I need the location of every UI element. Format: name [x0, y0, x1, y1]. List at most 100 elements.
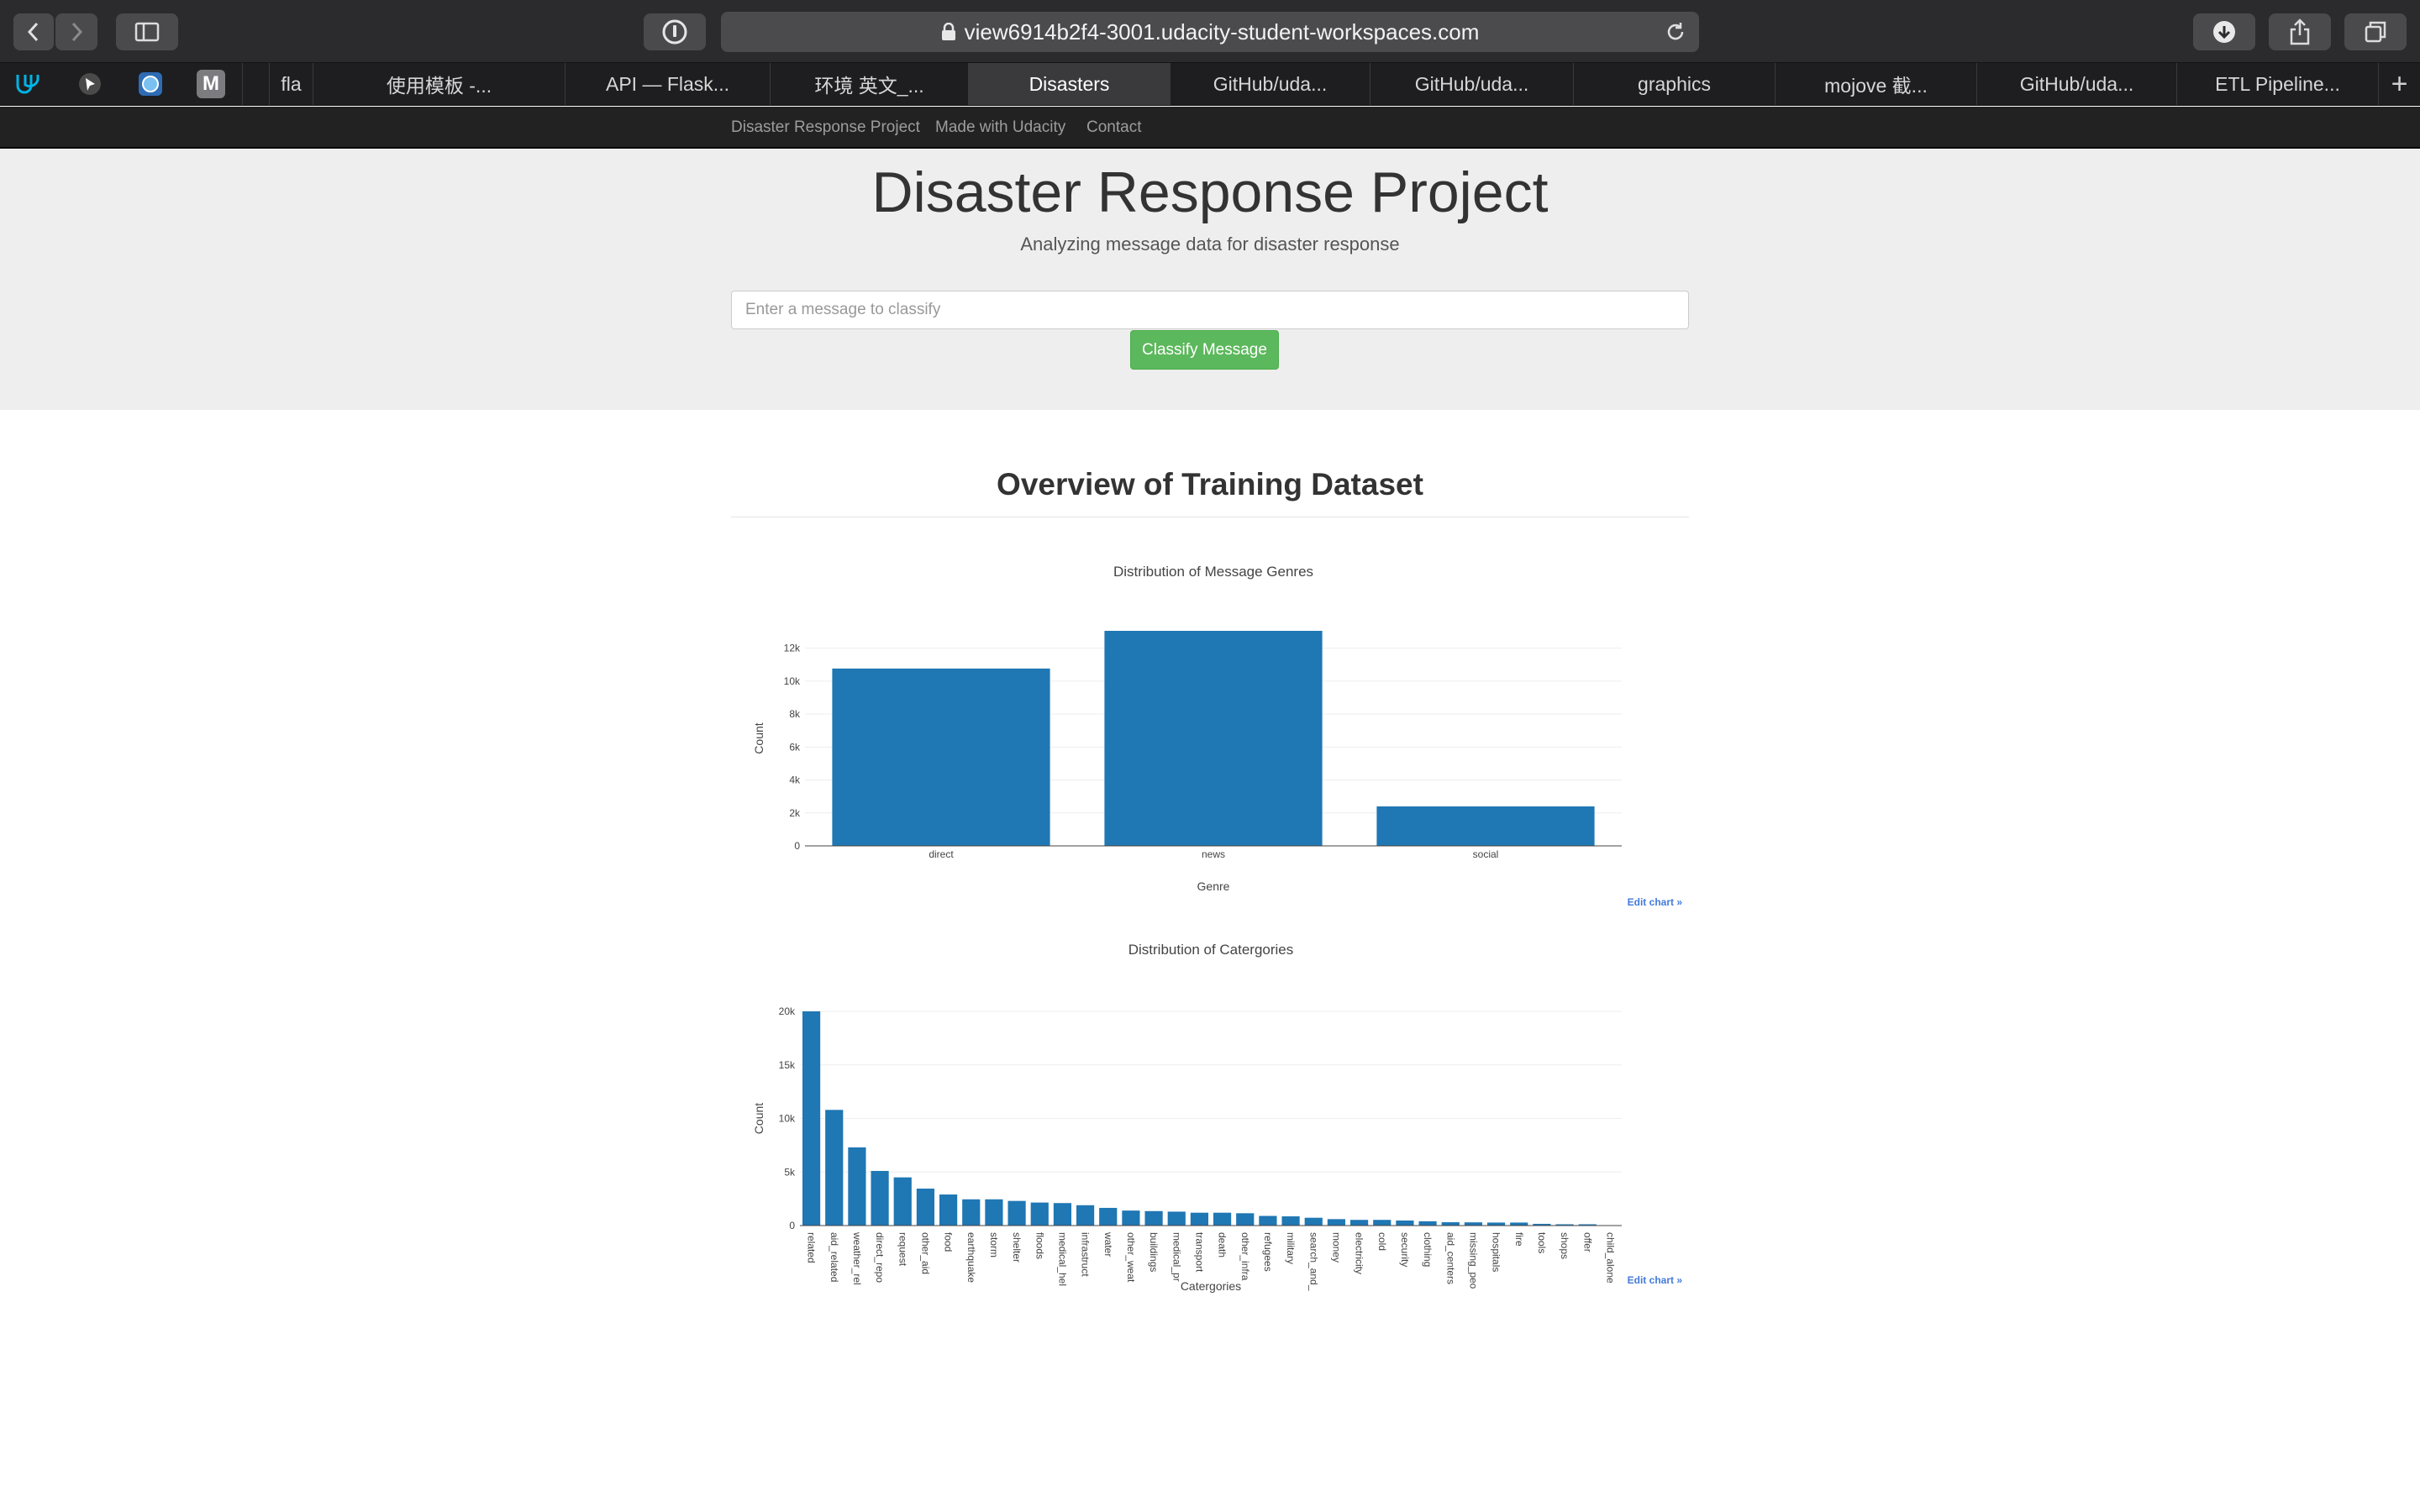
- cursor-app-icon: [79, 73, 101, 95]
- bar-missing_peo[interactable]: [1464, 1222, 1483, 1226]
- x-tick-label: transport: [1193, 1232, 1205, 1273]
- y-tick-label: 15k: [779, 1059, 796, 1071]
- x-tick-label: medical_hel: [1056, 1232, 1068, 1286]
- bar-aid_centers[interactable]: [1441, 1222, 1460, 1226]
- edit-chart-link[interactable]: Edit chart »: [1628, 896, 1682, 908]
- bar-direct[interactable]: [832, 668, 1050, 846]
- bar-storm[interactable]: [985, 1199, 1003, 1226]
- bar-money[interactable]: [1327, 1219, 1346, 1226]
- bar-food[interactable]: [939, 1194, 958, 1226]
- bar-security[interactable]: [1396, 1221, 1414, 1226]
- downloads-button[interactable]: [2193, 13, 2255, 50]
- tab-6[interactable]: GitHub/uda...: [1170, 63, 1370, 105]
- nav-link-made-with-udacity[interactable]: Made with Udacity: [935, 118, 1065, 137]
- x-tick-label: missing_peo: [1467, 1232, 1479, 1289]
- tab-overview-button[interactable]: [2344, 13, 2407, 50]
- bar-floods[interactable]: [1030, 1202, 1049, 1226]
- bar-clothing[interactable]: [1418, 1221, 1437, 1226]
- tab-1[interactable]: fla: [269, 63, 313, 105]
- x-tick-label: weather_rel: [851, 1231, 863, 1285]
- bar-search_and_[interactable]: [1304, 1217, 1323, 1226]
- bar-water[interactable]: [1099, 1207, 1118, 1226]
- bar-buildings[interactable]: [1144, 1210, 1163, 1226]
- browser-titlebar: view6914b2f4-3001.udacity-student-worksp…: [0, 0, 2420, 62]
- share-button[interactable]: [2269, 13, 2331, 50]
- bar-infrastructu[interactable]: [1076, 1205, 1095, 1226]
- x-tick-label: water: [1102, 1231, 1114, 1257]
- bar-direct_repo[interactable]: [871, 1170, 889, 1226]
- tab-bar: M fla 使用模板 -... API — Flask... 环境 英文_...…: [0, 62, 2420, 106]
- x-tick-label: news: [1202, 848, 1225, 860]
- password-button[interactable]: [644, 13, 706, 50]
- y-tick-label: 0: [789, 1220, 795, 1231]
- bar-related[interactable]: [802, 1011, 821, 1226]
- x-tick-label: other_weat: [1125, 1232, 1137, 1283]
- sidebar-icon: [134, 22, 160, 42]
- y-tick-label: 2k: [789, 807, 801, 819]
- bar-aid_related[interactable]: [825, 1110, 844, 1226]
- classify-message-button[interactable]: Classify Message: [1130, 330, 1279, 370]
- bar-other_aid[interactable]: [916, 1189, 935, 1226]
- new-tab-button[interactable]: +: [2378, 63, 2420, 105]
- bar-medical_pr[interactable]: [1167, 1211, 1186, 1226]
- bar-social[interactable]: [1376, 806, 1595, 846]
- bar-hospitals[interactable]: [1486, 1222, 1506, 1226]
- tab-11[interactable]: ETL Pipeline...: [2176, 63, 2378, 105]
- tab-4[interactable]: 环境 英文_...: [770, 63, 968, 105]
- x-tick-label: fire: [1513, 1232, 1525, 1247]
- bar-fire[interactable]: [1510, 1222, 1528, 1226]
- m-favicon[interactable]: M: [197, 70, 225, 98]
- tab-7[interactable]: GitHub/uda...: [1370, 63, 1573, 105]
- edit-chart-link[interactable]: Edit chart »: [1628, 1274, 1682, 1286]
- bar-request[interactable]: [893, 1177, 912, 1226]
- navbar-brand[interactable]: Disaster Response Project: [731, 118, 920, 137]
- y-tick-label: 6k: [789, 741, 801, 753]
- bar-transport[interactable]: [1190, 1212, 1209, 1226]
- forward-button[interactable]: [55, 13, 97, 50]
- udacity-favicon[interactable]: [13, 70, 42, 98]
- x-tick-label: direct: [929, 848, 954, 860]
- tab-10[interactable]: GitHub/uda...: [1976, 63, 2176, 105]
- bar-electricity[interactable]: [1349, 1220, 1369, 1226]
- bar-other_infra[interactable]: [1236, 1213, 1255, 1226]
- x-tick-label: storm: [988, 1232, 1000, 1257]
- bar-earthquake[interactable]: [962, 1199, 981, 1226]
- bar-death[interactable]: [1213, 1212, 1232, 1226]
- back-button[interactable]: [13, 13, 54, 50]
- cursor-favicon[interactable]: [76, 70, 104, 98]
- y-axis-title: Count: [752, 1103, 765, 1134]
- x-tick-label: floods: [1034, 1232, 1045, 1259]
- y-tick-label: 10k: [784, 675, 801, 687]
- sidebar-toggle-button[interactable]: [116, 13, 178, 50]
- bar-military[interactable]: [1281, 1216, 1300, 1226]
- categories-chart-svg: Distribution of Catergories 0 5k 10k 15k 20k r…: [752, 942, 1622, 1293]
- lock-icon: [941, 23, 955, 40]
- url-text: view6914b2f4-3001.udacity-student-worksp…: [964, 18, 1480, 45]
- tab-8[interactable]: graphics: [1573, 63, 1775, 105]
- message-input[interactable]: [731, 291, 1689, 329]
- bar-refugees[interactable]: [1259, 1215, 1277, 1226]
- tab-5-active[interactable]: Disasters: [968, 63, 1170, 105]
- x-tick-label: buildings: [1148, 1232, 1160, 1272]
- tab-3[interactable]: API — Flask...: [565, 63, 770, 105]
- bar-other_weat[interactable]: [1122, 1210, 1140, 1226]
- bar-medical_hel[interactable]: [1053, 1203, 1072, 1226]
- x-tick-label: shops: [1559, 1232, 1570, 1259]
- bar-shelter[interactable]: [1007, 1200, 1026, 1226]
- nav-link-contact[interactable]: Contact: [1086, 118, 1141, 137]
- bar-news[interactable]: [1104, 631, 1323, 846]
- tab-2[interactable]: 使用模板 -...: [313, 63, 565, 105]
- x-tick-label: refugees: [1262, 1232, 1274, 1272]
- x-tick-label: aid_related: [829, 1232, 840, 1282]
- x-tick-label: earthquake: [965, 1232, 977, 1283]
- page-subtitle: Analyzing message data for disaster resp…: [1020, 234, 1400, 255]
- tabs-overview-icon: [2365, 21, 2386, 43]
- tab-9[interactable]: mojove 截...: [1775, 63, 1976, 105]
- bar-weather_rel[interactable]: [848, 1147, 866, 1226]
- x-tick-label: direct_repo: [874, 1232, 886, 1283]
- bar-cold[interactable]: [1373, 1220, 1392, 1226]
- chevron-left-icon: [27, 22, 39, 42]
- globe-favicon[interactable]: [136, 70, 165, 98]
- address-bar[interactable]: view6914b2f4-3001.udacity-student-worksp…: [721, 12, 1699, 52]
- reload-icon[interactable]: [1664, 20, 1687, 44]
